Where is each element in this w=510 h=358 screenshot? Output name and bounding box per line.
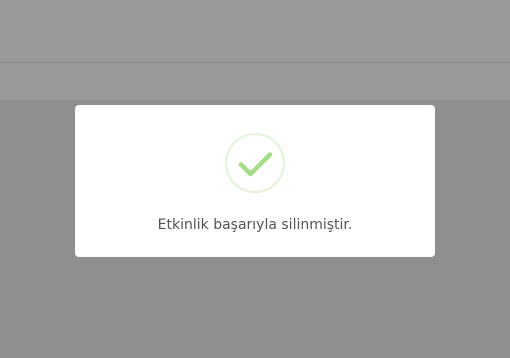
success-checkmark-icon bbox=[225, 133, 285, 193]
success-ring bbox=[225, 133, 285, 193]
checkmark-icon-svg bbox=[225, 133, 285, 193]
page-header-background bbox=[0, 0, 510, 62]
page-toolbar-background bbox=[0, 63, 510, 100]
check-mark bbox=[238, 152, 273, 177]
dialog-message: Etkinlik başarıyla silinmiştir. bbox=[157, 217, 353, 233]
success-dialog: Etkinlik başarıyla silinmiştir. bbox=[75, 105, 435, 257]
